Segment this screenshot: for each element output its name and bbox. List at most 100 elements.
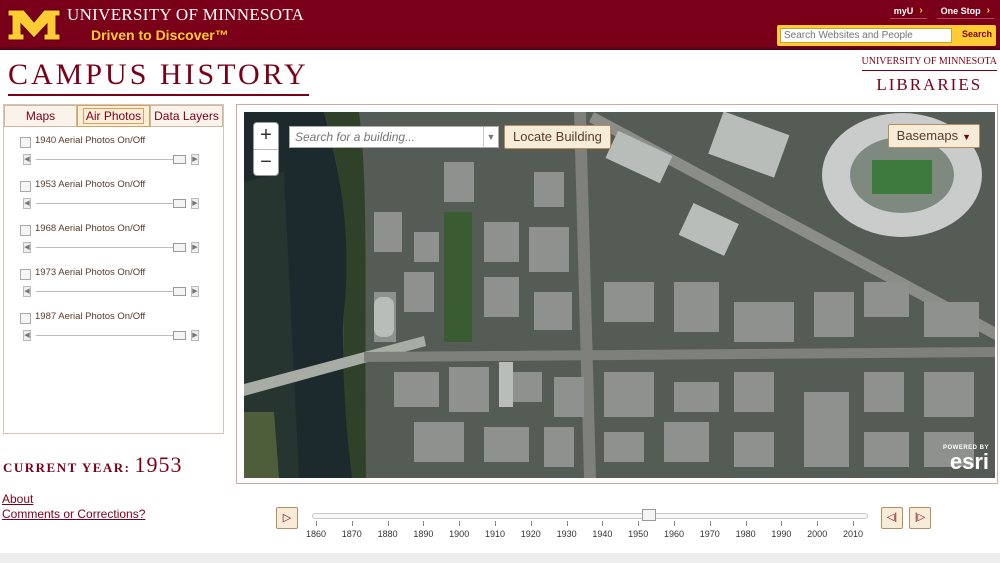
timeline-tick-label: 1950 xyxy=(628,529,649,539)
chevron-right-icon: › xyxy=(986,5,990,16)
layer-list: 1940 Aerial Photos On/Off ◀ ▶ 1953 Aerial P… xyxy=(4,127,223,347)
locate-building-button[interactable]: Locate Building xyxy=(504,125,611,149)
one-stop-label: One Stop xyxy=(940,5,981,16)
about-link[interactable]: About xyxy=(2,492,145,507)
slider-thumb[interactable] xyxy=(173,155,186,164)
timeline-tick-label: 1880 xyxy=(377,529,398,539)
building-search-input[interactable] xyxy=(290,127,480,147)
timeline-tick-label: 1960 xyxy=(663,529,685,539)
tab-air-photos[interactable]: Air Photos xyxy=(77,105,150,127)
layer-label: 1987 Aerial Photos On/Off xyxy=(35,311,146,322)
footer-links: About Comments or Corrections? xyxy=(2,492,145,522)
comments-link[interactable]: Comments or Corrections? xyxy=(2,507,145,522)
slider-track xyxy=(36,203,186,204)
layer-row: 1968 Aerial Photos On/Off ◀ ▶ xyxy=(4,215,223,259)
slider-track xyxy=(36,247,186,248)
panel-tabs: Maps Air Photos Data Layers xyxy=(4,105,223,127)
bottom-strip xyxy=(0,553,1000,563)
layer-opacity-slider[interactable]: ◀ ▶ xyxy=(23,286,199,297)
timeline-track[interactable] xyxy=(312,513,868,519)
chevron-right-icon: › xyxy=(919,5,923,16)
step-back-button[interactable]: ◁| xyxy=(881,507,903,529)
timeline-tick xyxy=(566,521,568,526)
myu-link[interactable]: myU › xyxy=(889,3,927,19)
step-forward-button[interactable]: |▷ xyxy=(909,507,931,529)
basemaps-button[interactable]: Basemaps ▼ xyxy=(887,124,980,148)
slider-left-arrow-icon[interactable]: ◀ xyxy=(23,330,31,341)
zoom-in-button[interactable]: + xyxy=(254,123,278,149)
layer-label: 1968 Aerial Photos On/Off xyxy=(35,223,146,234)
timeline-tick xyxy=(316,521,317,526)
play-button[interactable]: ▷ xyxy=(276,507,298,529)
layer-checkbox[interactable] xyxy=(20,313,31,324)
tab-maps-label: Maps xyxy=(25,109,56,123)
tab-data-layers[interactable]: Data Layers xyxy=(150,105,223,127)
layer-row: 1987 Aerial Photos On/Off ◀ ▶ xyxy=(4,303,223,347)
layer-opacity-slider[interactable]: ◀ ▶ xyxy=(23,154,199,165)
layer-opacity-slider[interactable]: ◀ ▶ xyxy=(23,330,199,341)
layer-row: 1940 Aerial Photos On/Off ◀ ▶ xyxy=(4,127,223,171)
university-name[interactable]: UNIVERSITY OF MINNESOTA xyxy=(67,5,304,25)
page-title: CAMPUS HISTORY xyxy=(8,58,309,96)
chevron-down-icon[interactable]: ▼ xyxy=(483,127,498,147)
tab-air-photos-label: Air Photos xyxy=(82,108,145,124)
timeline-tick-label: 1970 xyxy=(699,529,720,539)
slider-left-arrow-icon[interactable]: ◀ xyxy=(23,154,31,165)
timeline-tick xyxy=(853,521,854,526)
play-icon: ▷ xyxy=(282,512,292,524)
site-search-button[interactable]: Search xyxy=(962,29,992,39)
tagline: Driven to Discover™ xyxy=(91,27,229,43)
block-m-logo[interactable] xyxy=(6,8,62,42)
aerial-imagery xyxy=(244,112,995,478)
slider-right-arrow-icon[interactable]: ▶ xyxy=(191,242,199,253)
timeline-tick-label: 1930 xyxy=(556,529,577,539)
layer-checkbox[interactable] xyxy=(20,269,31,280)
timeline-thumb[interactable] xyxy=(641,509,656,521)
timeline-tick-label: 1860 xyxy=(305,529,327,539)
site-search-input[interactable] xyxy=(780,28,952,43)
top-links: myU › One Stop › xyxy=(889,3,994,19)
slider-track xyxy=(36,159,186,160)
current-year: CURRENT YEAR: 1953 xyxy=(3,452,182,478)
tab-maps[interactable]: Maps xyxy=(4,105,77,127)
zoom-out-button[interactable]: − xyxy=(254,149,278,175)
tab-data-layers-label: Data Layers xyxy=(154,109,219,123)
slider-right-arrow-icon[interactable]: ▶ xyxy=(191,154,199,165)
timeline-tick xyxy=(495,521,496,526)
university-header: UNIVERSITY OF MINNESOTA Driven to Discov… xyxy=(0,0,1000,50)
libraries-logo[interactable]: UNIVERSITY OF MINNESOTA LIBRARIES xyxy=(861,56,997,95)
timeline-tick-label: 1900 xyxy=(449,529,470,539)
zoom-control: + − xyxy=(253,122,279,176)
slider-right-arrow-icon[interactable]: ▶ xyxy=(191,330,199,341)
one-stop-link[interactable]: One Stop › xyxy=(936,3,994,19)
timeline-tick xyxy=(530,521,532,526)
timeline-tick-label: 1920 xyxy=(520,529,541,539)
myu-label: myU xyxy=(893,5,914,16)
timeline-tick xyxy=(459,521,461,526)
timeline-tick xyxy=(638,521,640,526)
esri-logo: esri xyxy=(949,449,989,474)
slider-right-arrow-icon[interactable]: ▶ xyxy=(191,198,199,209)
slider-right-arrow-icon[interactable]: ▶ xyxy=(191,286,199,297)
layer-opacity-slider[interactable]: ◀ ▶ xyxy=(23,198,199,209)
slider-left-arrow-icon[interactable]: ◀ xyxy=(23,286,31,297)
timeline-tick xyxy=(817,521,819,526)
layer-label: 1973 Aerial Photos On/Off xyxy=(35,267,146,278)
timeline-tick-label: 1890 xyxy=(413,529,434,539)
esri-attribution[interactable]: POWERED BY esri xyxy=(943,445,989,473)
slider-thumb[interactable] xyxy=(173,199,186,208)
layer-checkbox[interactable] xyxy=(20,181,31,192)
layer-checkbox[interactable] xyxy=(20,137,31,148)
slider-track xyxy=(36,335,186,336)
slider-left-arrow-icon[interactable]: ◀ xyxy=(23,198,31,209)
slider-thumb[interactable] xyxy=(173,331,186,340)
basemaps-label: Basemaps xyxy=(896,128,959,143)
layer-checkbox[interactable] xyxy=(20,225,31,236)
slider-thumb[interactable] xyxy=(173,287,186,296)
layers-panel: Maps Air Photos Data Layers 1940 Aerial … xyxy=(3,104,224,434)
slider-left-arrow-icon[interactable]: ◀ xyxy=(23,242,31,253)
slider-thumb[interactable] xyxy=(173,243,186,252)
layer-opacity-slider[interactable]: ◀ ▶ xyxy=(23,242,199,253)
slider-track xyxy=(36,291,186,292)
aerial-map[interactable]: + − ▼ Locate Building Basemaps▼ POWERED … xyxy=(244,112,995,478)
